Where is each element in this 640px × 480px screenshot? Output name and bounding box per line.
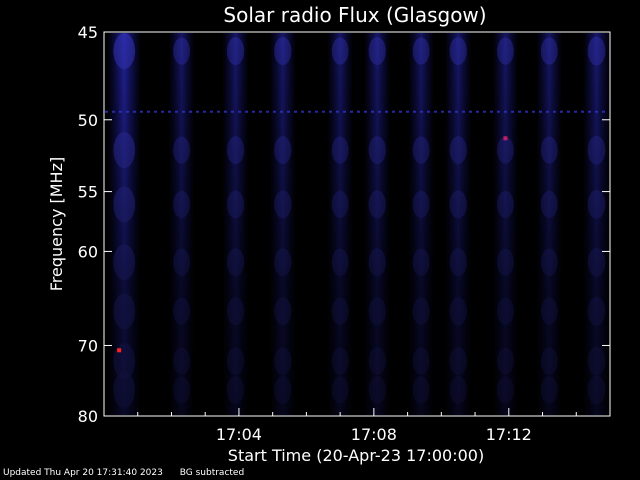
band-9-blob-5 — [540, 347, 558, 375]
x-tick-label-2: 17:12 — [486, 425, 532, 444]
chart-title: Solar radio Flux (Glasgow) — [223, 3, 486, 27]
band-7-blob-3 — [449, 248, 467, 277]
band-6-blob-0 — [412, 37, 430, 65]
band-1-blob-1 — [173, 136, 191, 164]
y-tick-label-4: 70 — [78, 336, 98, 355]
band-7-blob-2 — [449, 190, 467, 219]
band-5-blob-6 — [368, 376, 386, 405]
band-3-blob-4 — [274, 297, 292, 326]
bg-note: BG subtracted — [179, 468, 245, 478]
y-axis-label: Frequency [MHz] — [47, 157, 66, 291]
band-1-blob-3 — [173, 248, 191, 276]
band-2-blob-4 — [226, 297, 245, 326]
band-6-blob-3 — [412, 248, 430, 276]
x-tick-label-1: 17:08 — [351, 425, 397, 444]
band-10-blob-2 — [587, 190, 606, 219]
band-4-blob-0 — [331, 37, 349, 65]
band-5-blob-3 — [368, 248, 386, 277]
band-9-blob-0 — [540, 37, 558, 65]
band-2-blob-3 — [226, 248, 245, 277]
hot-spot-0 — [117, 348, 122, 353]
band-2-blob-2 — [226, 190, 245, 219]
band-3-blob-3 — [274, 248, 292, 277]
updated-timestamp: Updated Thu Apr 20 17:31:40 2023 — [3, 468, 163, 478]
band-1-blob-5 — [173, 347, 191, 375]
band-7-blob-1 — [449, 136, 467, 165]
x-axis-label: Start Time (20-Apr-23 17:00:00) — [228, 446, 484, 465]
band-6-blob-4 — [412, 297, 430, 325]
band-6-blob-6 — [412, 376, 430, 404]
band-3-blob-1 — [274, 136, 292, 165]
band-8-blob-3 — [497, 248, 514, 276]
band-8-blob-5 — [497, 347, 514, 375]
band-7-blob-6 — [449, 376, 467, 405]
band-3-blob-5 — [274, 347, 292, 376]
band-9-blob-6 — [540, 376, 558, 404]
band-4-blob-6 — [331, 376, 349, 404]
band-9-blob-3 — [540, 248, 558, 276]
band-10-blob-5 — [587, 346, 606, 376]
band-8-blob-2 — [497, 190, 514, 219]
band-3-blob-6 — [274, 376, 292, 405]
band-0-blob-3 — [113, 244, 136, 281]
band-6-blob-5 — [412, 347, 430, 375]
band-9-blob-4 — [540, 297, 558, 325]
y-tick-label-2: 55 — [78, 183, 98, 202]
y-tick-label-5: 80 — [78, 407, 98, 426]
band-7-blob-4 — [449, 297, 467, 326]
band-6-blob-1 — [412, 136, 430, 164]
band-10-blob-1 — [587, 135, 606, 165]
band-6-blob-2 — [412, 190, 430, 219]
y-tick-label-3: 60 — [78, 242, 98, 261]
band-1-blob-6 — [173, 376, 191, 404]
band-9-blob-1 — [540, 136, 558, 164]
band-7-blob-5 — [449, 347, 467, 376]
band-2-blob-1 — [226, 136, 245, 165]
band-1-blob-2 — [173, 190, 191, 219]
band-1-blob-0 — [173, 37, 191, 65]
spectrogram-chart: Solar radio Flux (Glasgow) 455055607080 … — [47, 3, 611, 465]
band-10-blob-4 — [587, 296, 606, 326]
band-3-blob-2 — [274, 190, 292, 219]
band-0-blob-2 — [113, 186, 136, 223]
band-4-blob-4 — [331, 297, 349, 325]
hot-spot-1 — [503, 136, 508, 141]
band-8-blob-1 — [497, 136, 514, 164]
band-5-blob-1 — [368, 136, 386, 165]
band-0-blob-1 — [113, 132, 136, 169]
band-10-blob-0 — [587, 36, 606, 66]
band-0-blob-6 — [113, 372, 136, 409]
band-8-blob-6 — [497, 376, 514, 404]
band-10-blob-6 — [587, 375, 606, 405]
band-4-blob-3 — [331, 248, 349, 276]
y-tick-label-0: 45 — [78, 23, 98, 42]
band-4-blob-5 — [331, 347, 349, 375]
band-10-blob-3 — [587, 247, 606, 277]
band-2-blob-6 — [226, 376, 245, 405]
band-7-blob-0 — [449, 37, 467, 66]
band-0-blob-0 — [113, 33, 136, 70]
band-8-blob-4 — [497, 297, 514, 325]
x-tick-label-0: 17:04 — [216, 425, 262, 444]
y-tick-label-1: 50 — [78, 111, 98, 130]
band-9-blob-2 — [540, 190, 558, 219]
band-2-blob-5 — [226, 347, 245, 376]
emission-bands — [107, 33, 611, 415]
band-4-blob-2 — [331, 190, 349, 219]
band-5-blob-2 — [368, 190, 386, 219]
band-5-blob-0 — [368, 37, 386, 66]
band-3-blob-0 — [274, 37, 292, 66]
band-8-blob-0 — [497, 37, 514, 65]
band-5-blob-4 — [368, 297, 386, 326]
footer: Updated Thu Apr 20 17:31:40 2023 BG subt… — [3, 468, 258, 478]
band-2-blob-0 — [226, 37, 245, 66]
band-1-blob-4 — [173, 297, 191, 325]
band-5-blob-5 — [368, 347, 386, 376]
band-0-blob-4 — [113, 293, 136, 330]
band-4-blob-1 — [331, 136, 349, 164]
